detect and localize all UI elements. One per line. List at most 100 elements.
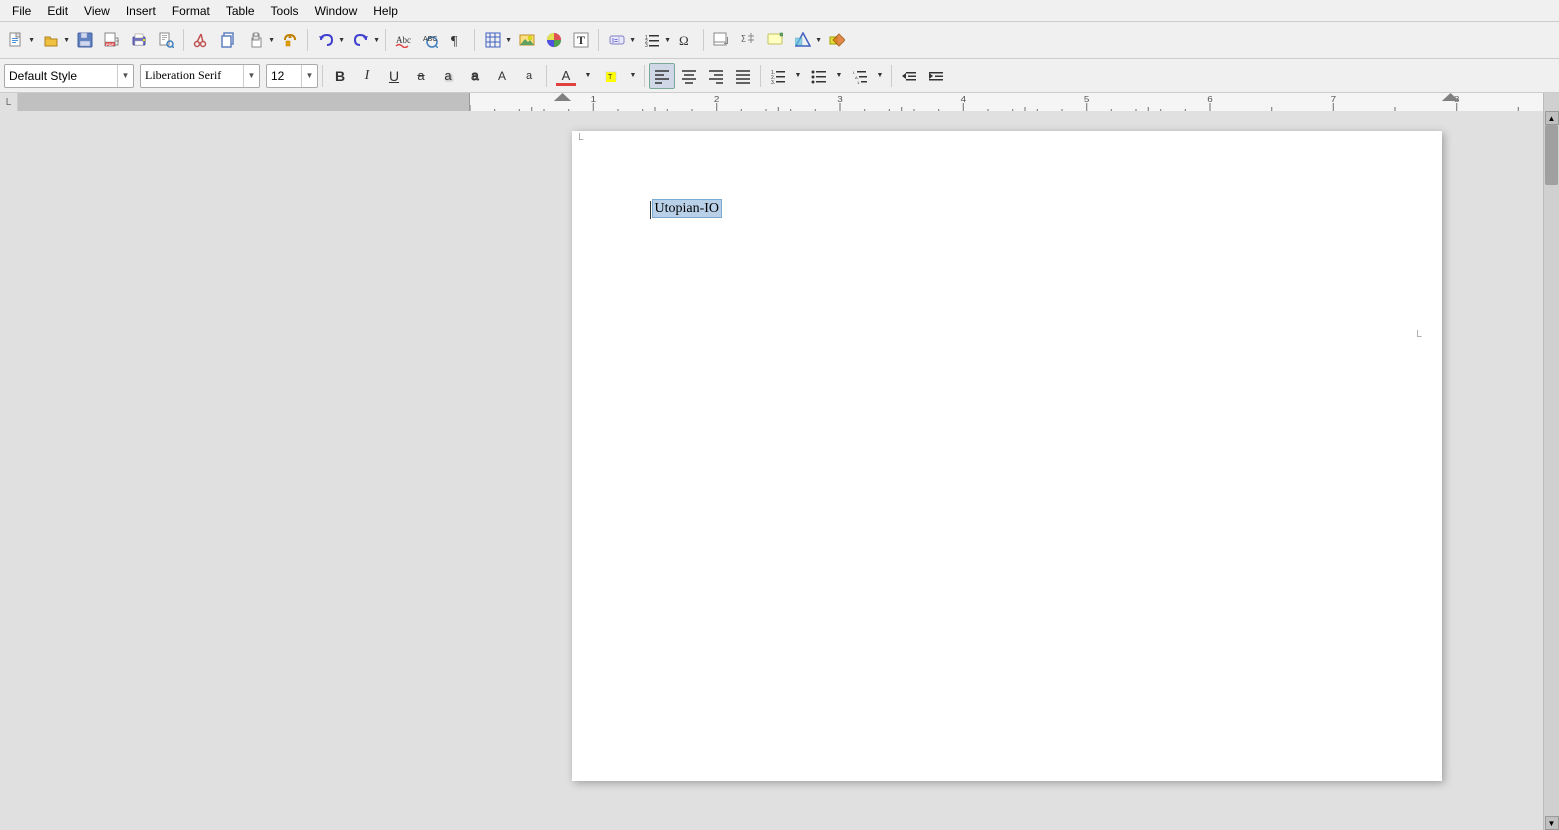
- show-draw-button[interactable]: [824, 27, 850, 53]
- sep5: [598, 29, 599, 51]
- document-area[interactable]: └ └ Utopian-IO: [470, 111, 1543, 830]
- footnote-icon: [713, 32, 729, 48]
- menu-window[interactable]: Window: [307, 2, 366, 20]
- spell-auto-button[interactable]: Abc: [390, 27, 416, 53]
- undo-button[interactable]: ▼: [312, 27, 346, 53]
- outline-button[interactable]: a: [462, 63, 488, 89]
- insert-table-button[interactable]: ▼: [479, 27, 513, 53]
- menu-table[interactable]: Table: [218, 2, 263, 20]
- open-icon: [43, 32, 59, 48]
- spell-check-button[interactable]: ABC: [417, 27, 443, 53]
- page-top-left-corner: └: [576, 135, 584, 146]
- special-char-button[interactable]: Ω: [673, 27, 699, 53]
- redo-button[interactable]: ▼: [347, 27, 381, 53]
- strikethrough-button[interactable]: a: [408, 63, 434, 89]
- menu-view[interactable]: View: [76, 2, 118, 20]
- sep7: [322, 65, 323, 87]
- equation-button[interactable]: ∑: [735, 27, 761, 53]
- outline-list-arrow[interactable]: ▼: [873, 63, 887, 89]
- font-name-value: Liberation Serif: [145, 68, 241, 83]
- font-color-arrow[interactable]: ▼: [581, 63, 595, 89]
- anchor-icon: [767, 32, 783, 48]
- decrease-indent-button[interactable]: [896, 63, 922, 89]
- highlight-color-button[interactable]: T: [596, 63, 626, 89]
- insert-text-button[interactable]: T: [568, 27, 594, 53]
- ordered-list-button[interactable]: 1. 2. 3.: [765, 63, 791, 89]
- shadow-button[interactable]: a: [435, 63, 461, 89]
- scroll-down-button[interactable]: ▼: [1545, 816, 1559, 830]
- chart-icon: [546, 32, 562, 48]
- save-button[interactable]: [72, 27, 98, 53]
- ordered-list-arrow[interactable]: ▼: [791, 63, 805, 89]
- equation-icon: ∑: [740, 32, 756, 48]
- document-text-selected[interactable]: Utopian-IO: [652, 199, 723, 218]
- svg-text:∑: ∑: [741, 35, 746, 42]
- sep3: [385, 29, 386, 51]
- scroll-thumb[interactable]: [1545, 125, 1558, 185]
- highlight-arrow[interactable]: ▼: [626, 63, 640, 89]
- footnote-button[interactable]: [708, 27, 734, 53]
- unordered-list-button[interactable]: [806, 63, 832, 89]
- font-size-dropdown[interactable]: 12 ▼: [266, 64, 318, 88]
- font-size-arrow[interactable]: ▼: [301, 65, 315, 87]
- insert-frame-button[interactable]: [514, 27, 540, 53]
- menu-file[interactable]: File: [4, 2, 39, 20]
- unordered-list-arrow[interactable]: ▼: [832, 63, 846, 89]
- anchor-button[interactable]: [762, 27, 788, 53]
- scroll-track[interactable]: [1544, 125, 1559, 816]
- menu-bar: File Edit View Insert Format Table Tools…: [0, 0, 1559, 22]
- new-button[interactable]: ▼: [2, 27, 36, 53]
- font-color-group: A ▼: [551, 63, 595, 89]
- font-color-button[interactable]: A: [551, 63, 581, 89]
- menu-help[interactable]: Help: [365, 2, 406, 20]
- align-center-button[interactable]: [676, 63, 702, 89]
- scroll-up-button[interactable]: ▲: [1545, 111, 1559, 125]
- justify-button[interactable]: [730, 63, 756, 89]
- menu-format[interactable]: Format: [164, 2, 218, 20]
- formatting-marks-button[interactable]: ¶: [444, 27, 470, 53]
- menu-insert[interactable]: Insert: [118, 2, 164, 20]
- numbering-button[interactable]: 1 2 3 ▼: [638, 27, 672, 53]
- italic-button[interactable]: I: [354, 63, 380, 89]
- export-pdf-button[interactable]: PDF: [99, 27, 125, 53]
- cut-button[interactable]: [188, 27, 214, 53]
- insert-field-button[interactable]: I= ▼: [603, 27, 637, 53]
- shapes-button[interactable]: ▼: [789, 27, 823, 53]
- bold-button[interactable]: B: [327, 63, 353, 89]
- paragraph-style-dropdown[interactable]: Default Style ▼: [4, 64, 134, 88]
- special-char-icon: Ω: [678, 32, 694, 48]
- print-button[interactable]: [126, 27, 152, 53]
- font-name-dropdown[interactable]: Liberation Serif ▼: [140, 64, 260, 88]
- menu-tools[interactable]: Tools: [263, 2, 307, 20]
- underline-button[interactable]: U: [381, 63, 407, 89]
- paste-button[interactable]: ▼: [242, 27, 276, 53]
- format-toolbar: Default Style ▼ Liberation Serif ▼ 12 ▼ …: [0, 59, 1559, 93]
- insert-chart-button[interactable]: [541, 27, 567, 53]
- align-left-button[interactable]: [649, 63, 675, 89]
- sep4: [474, 29, 475, 51]
- outline-list-button[interactable]: I. A. 1.: [847, 63, 873, 89]
- align-right-button[interactable]: [703, 63, 729, 89]
- svg-text:T: T: [608, 74, 613, 81]
- open-button[interactable]: ▼: [37, 27, 71, 53]
- shapes-icon: [795, 32, 811, 48]
- menu-edit[interactable]: Edit: [39, 2, 76, 20]
- uppercase-button[interactable]: A: [489, 63, 515, 89]
- save-icon: [77, 32, 93, 48]
- vertical-scrollbar[interactable]: ▲ ▼: [1543, 111, 1559, 830]
- numbering-icon: 1 2 3: [644, 32, 660, 48]
- print-icon: [131, 32, 147, 48]
- align-center-icon: [681, 68, 697, 84]
- redo-icon: [353, 32, 369, 48]
- paragraph-style-arrow[interactable]: ▼: [117, 65, 131, 87]
- font-name-arrow[interactable]: ▼: [243, 65, 257, 87]
- text-insert-icon: T: [573, 32, 589, 48]
- copy-button[interactable]: [215, 27, 241, 53]
- export-icon: PDF: [104, 32, 120, 48]
- print-preview-button[interactable]: [153, 27, 179, 53]
- clone-format-button[interactable]: [277, 27, 303, 53]
- paste-icon: [248, 32, 264, 48]
- lowercase-button[interactable]: a: [516, 63, 542, 89]
- undo-icon: [318, 32, 334, 48]
- increase-indent-button[interactable]: [923, 63, 949, 89]
